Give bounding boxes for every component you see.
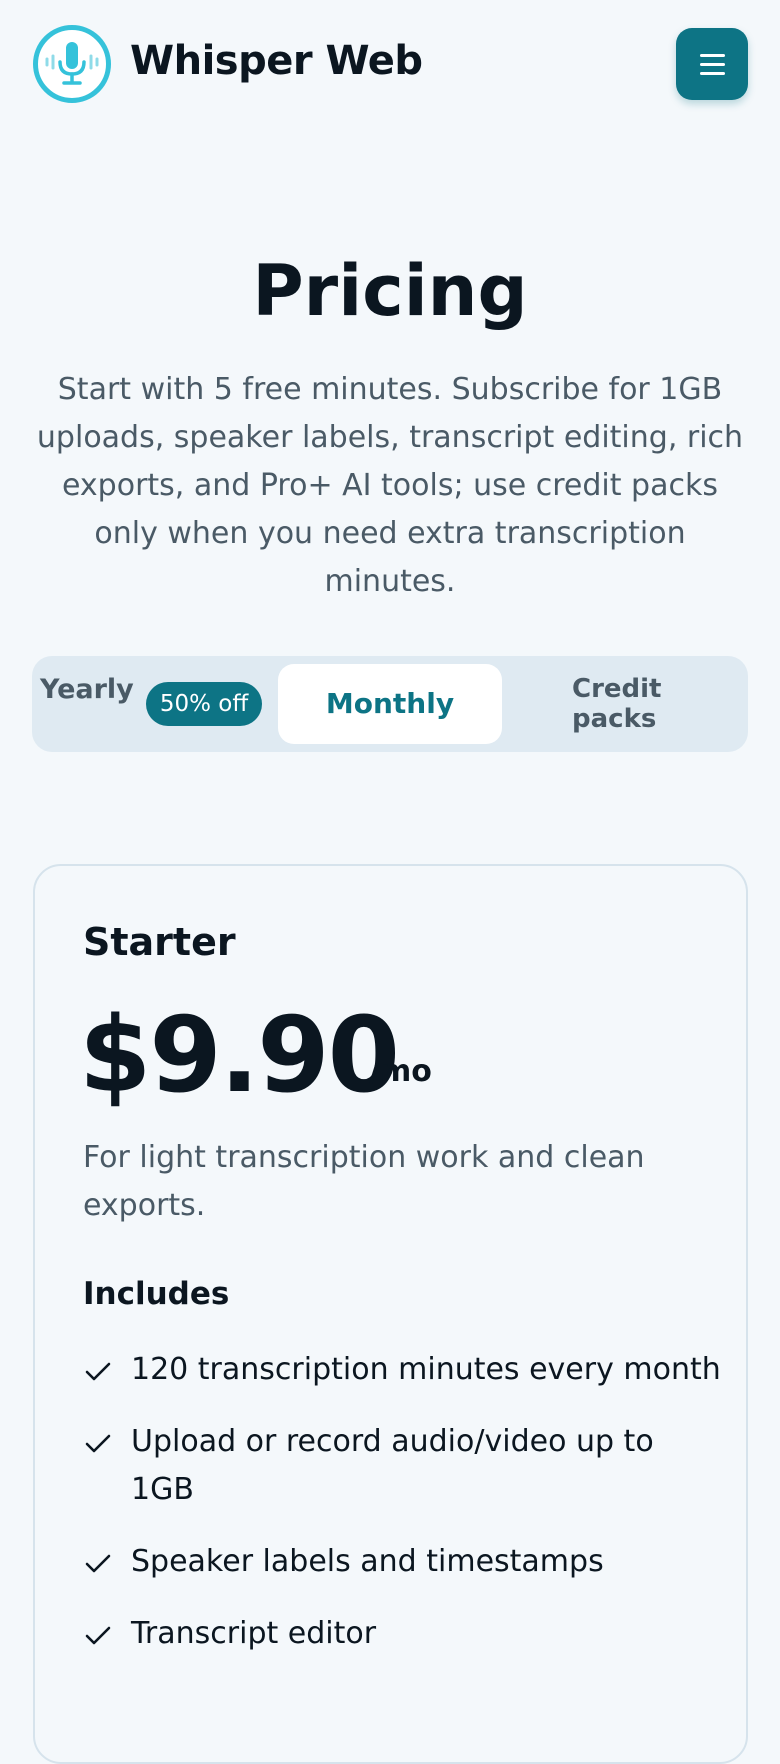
checkmark-icon (85, 1626, 111, 1645)
plan-description: For light transcription work and clean e… (83, 1140, 645, 1223)
brand-name[interactable]: Whisper Web (130, 38, 423, 84)
tab-credit-packs[interactable]: Credit packs (572, 674, 682, 734)
checkmark-icon (85, 1434, 111, 1453)
tab-monthly[interactable]: Monthly (278, 664, 502, 744)
page-title: Pricing (252, 250, 528, 332)
microphone-logo-icon[interactable] (33, 25, 111, 103)
plan-card-starter: Starter $9.90 /mo For light transcriptio… (33, 864, 748, 1764)
plan-price: $9.90 (79, 994, 400, 1116)
feature-text: Upload or record audio/video up to 1GB (131, 1424, 654, 1507)
discount-badge: 50% off (146, 682, 262, 726)
tab-yearly[interactable]: Yearly (40, 674, 134, 705)
hamburger-menu-icon (700, 63, 725, 66)
feature-text: Speaker labels and timestamps (131, 1544, 604, 1579)
billing-period-tabs: Yearly 50% off Monthly Credit packs (32, 656, 748, 752)
plan-period: /mo (369, 1054, 432, 1089)
plan-name: Starter (83, 920, 236, 964)
menu-button[interactable] (676, 28, 748, 100)
checkmark-icon (85, 1554, 111, 1573)
includes-heading: Includes (83, 1276, 230, 1312)
page-subtitle: Start with 5 free minutes. Subscribe for… (36, 372, 744, 599)
checkmark-icon (85, 1362, 111, 1381)
feature-text: 120 transcription minutes every month (131, 1352, 721, 1387)
feature-text: Transcript editor (131, 1616, 377, 1651)
site-header: Whisper Web (0, 0, 780, 130)
hamburger-menu-icon (700, 72, 725, 75)
hamburger-menu-icon (700, 54, 725, 57)
